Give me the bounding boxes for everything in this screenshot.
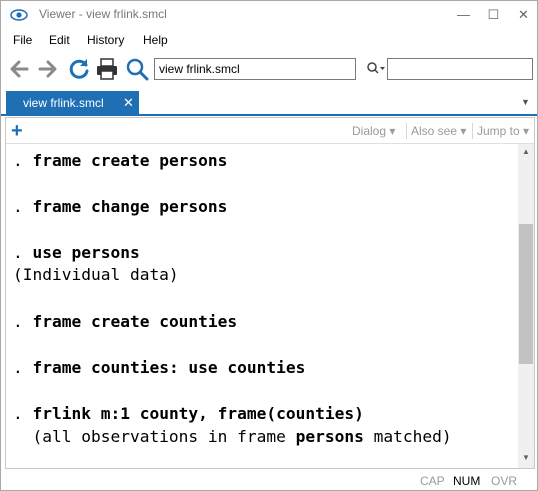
scroll-thumb[interactable] [519,224,533,364]
menu-bar: File Edit History Help [1,29,537,53]
overwrite-indicator: OVR [491,474,518,488]
forward-arrow-icon[interactable] [36,57,60,81]
menu-history[interactable]: History [87,33,124,47]
title-bar[interactable]: Viewer - view frlink.smcl — ☐ ✕ [1,1,537,29]
command-input[interactable] [154,58,356,80]
output-line: (Individual data) [13,265,179,284]
close-button[interactable]: ✕ [510,1,537,29]
caps-lock-indicator: CAP [420,474,445,488]
print-icon[interactable] [95,57,119,81]
output-line: . frame change persons [13,197,228,216]
results-pane: + Dialog ▾ Also see ▾ Jump to ▾ . frame … [5,117,535,469]
output-line: . frame create counties [13,312,238,331]
vertical-scrollbar[interactable]: ▲ ▼ [518,144,534,468]
output-line: . use persons [13,243,140,262]
separator [406,123,407,139]
num-lock-indicator: NUM [453,474,481,488]
dialog-menu[interactable]: Dialog ▾ [352,124,395,138]
scroll-down-icon[interactable]: ▼ [518,450,534,466]
results-toolbar: + Dialog ▾ Also see ▾ Jump to ▾ [6,118,534,144]
menu-edit[interactable]: Edit [49,33,70,47]
jump-to-menu[interactable]: Jump to ▾ [477,124,529,138]
back-arrow-icon[interactable] [7,57,31,81]
maximize-button[interactable]: ☐ [480,1,507,29]
also-see-menu[interactable]: Also see ▾ [411,124,466,138]
find-dropdown-icon[interactable] [366,61,386,77]
output-line: . frame counties: use counties [13,358,306,377]
status-bar: CAP NUM OVR [1,471,537,491]
minimize-button[interactable]: — [450,1,477,29]
tab-close-icon[interactable]: ✕ [123,95,134,111]
eye-icon [10,9,28,21]
tab-view-frlink[interactable]: view frlink.smcl ✕ [6,91,139,115]
search-icon[interactable] [125,57,149,81]
tab-list-dropdown[interactable]: ▼ [521,97,530,107]
menu-file[interactable]: File [13,33,32,47]
tab-strip: view frlink.smcl ✕ ▼ [1,89,537,115]
results-output[interactable]: . frame create persons . frame change pe… [6,144,518,468]
menu-help[interactable]: Help [143,33,168,47]
output-line: . frlink m:1 county, frame(counties) [13,404,364,423]
output-line: . frame create persons [13,151,228,170]
viewer-window: Viewer - view frlink.smcl — ☐ ✕ File Edi… [0,0,538,491]
output-line: (all observations in frame persons match… [13,427,452,446]
toolbar [1,54,537,86]
scroll-up-icon[interactable]: ▲ [518,144,534,160]
window-title: Viewer - view frlink.smcl [39,7,167,21]
tab-underline [1,114,537,116]
add-icon[interactable]: + [11,121,23,141]
find-input[interactable] [387,58,533,80]
refresh-icon[interactable] [67,57,91,81]
separator [472,123,473,139]
tab-label: view frlink.smcl [23,96,104,110]
